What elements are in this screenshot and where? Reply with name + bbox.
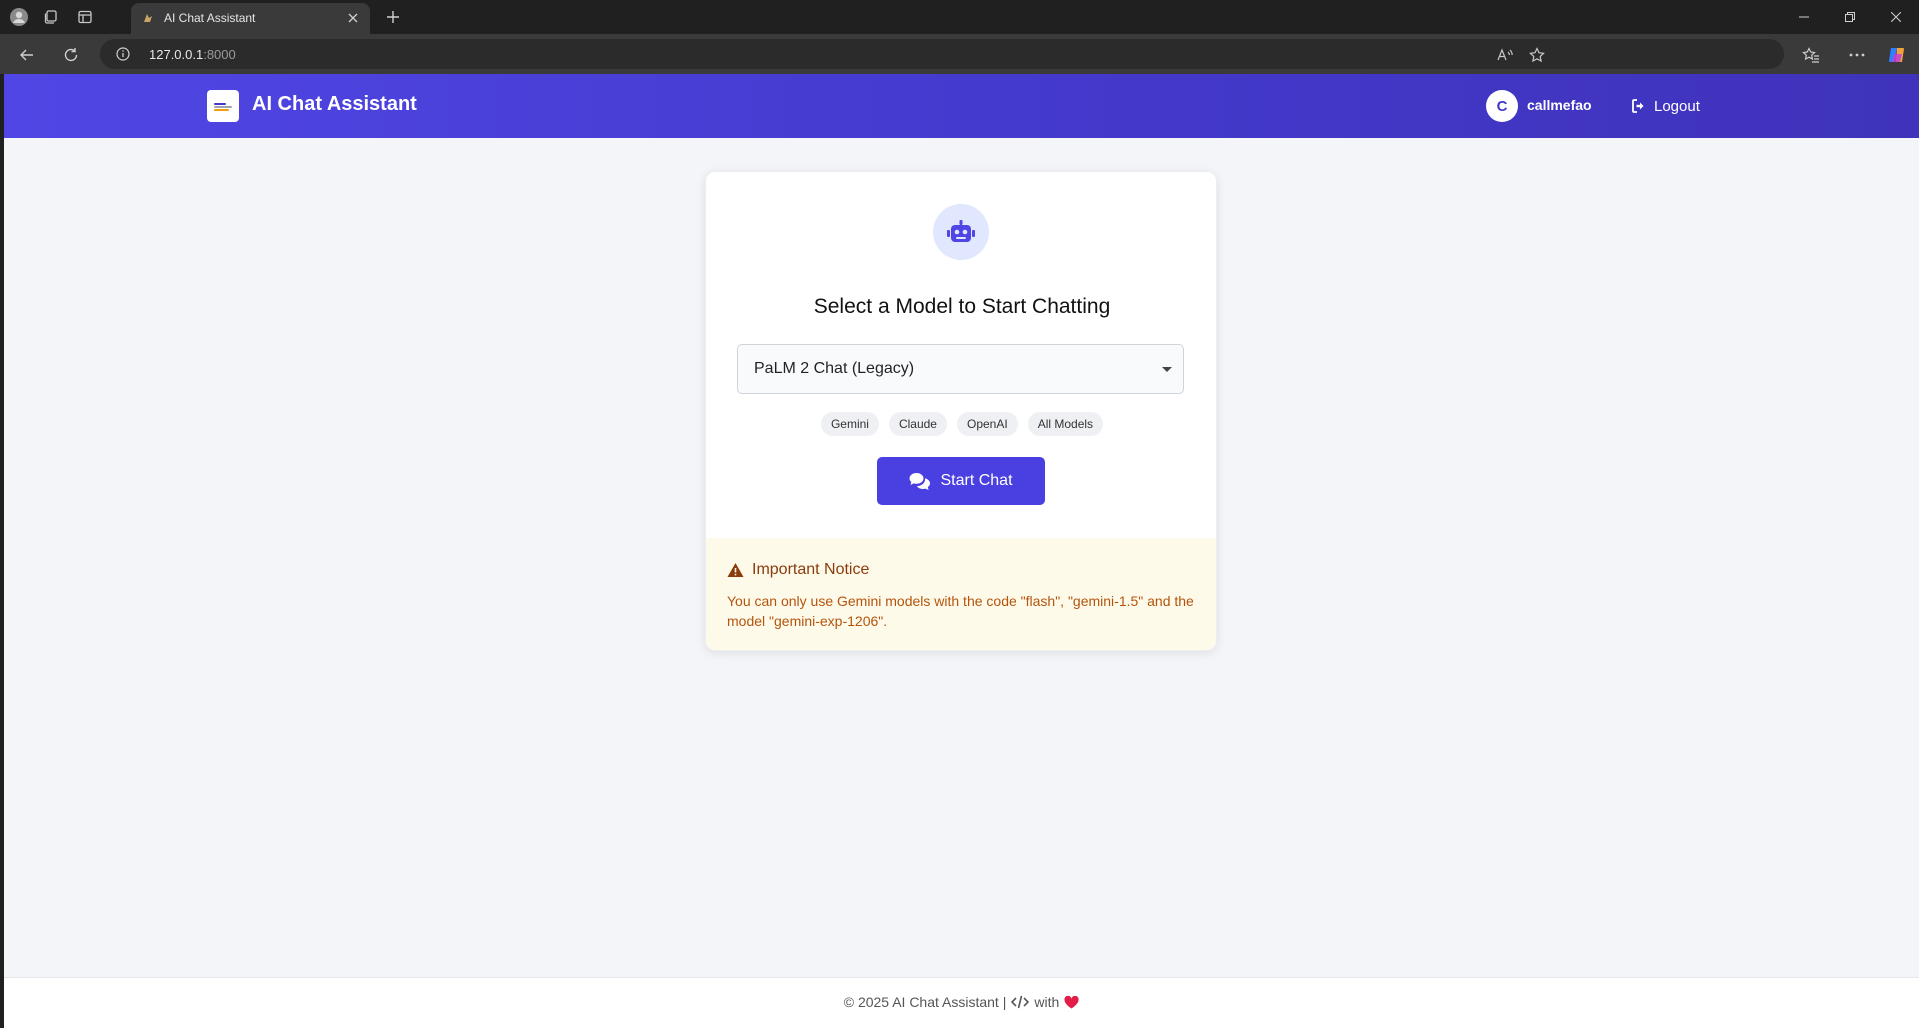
active-tab[interactable]: AI Chat Assistant [131,3,370,34]
brand-logo[interactable] [207,90,239,122]
footer-text: © 2025 AI Chat Assistant | with [4,994,1919,1010]
copilot-icon[interactable] [1886,44,1908,66]
filter-openai[interactable]: OpenAI [956,412,1018,436]
logout-label: Logout [1654,97,1700,115]
user-avatar: C [1486,90,1518,122]
robot-icon [947,220,975,242]
username: callmefao [1527,97,1592,113]
restore-icon[interactable] [1827,0,1873,34]
tab-favicon-icon [144,14,152,22]
site-info-icon[interactable] [116,47,130,61]
favorites-list-icon[interactable] [1469,44,1491,66]
close-window-icon[interactable] [1873,0,1919,34]
start-chat-label: Start Chat [940,472,1013,489]
browser-toolbar: 127.0.0.1:8000 [0,34,1919,74]
comments-icon [909,473,931,490]
card-heading: Select a Model to Start Chatting [813,295,1111,318]
footer-with: with [1034,994,1060,1010]
logout-icon [1632,99,1644,113]
new-tab-icon[interactable] [381,5,405,29]
page-viewport: AI Chat Assistant C callmefao Logout Sel… [4,74,1919,1028]
address-bar[interactable]: 127.0.0.1:8000 [100,39,1784,69]
notice-body: You can only use Gemini models with the … [727,593,1194,629]
brand-title[interactable]: AI Chat Assistant [252,93,417,116]
model-selection-card: Select a Model to Start Chatting PaLM 2 … [705,171,1217,651]
robot-badge [933,204,989,260]
more-menu-icon[interactable] [1846,44,1868,66]
chevron-down-icon [1162,367,1172,372]
url-text: 127.0.0.1:8000 [149,47,236,62]
notice-title-text: Important Notice [752,561,870,578]
tab-title: AI Chat Assistant [164,11,256,25]
selected-model-value: PaLM 2 Chat (Legacy) [754,360,915,377]
filter-claude[interactable]: Claude [888,412,947,436]
model-select[interactable]: PaLM 2 Chat (Legacy) [737,344,1184,394]
close-tab-icon[interactable] [344,9,362,27]
reload-icon[interactable] [58,42,84,68]
important-notice: Important Notice You can only use Gemini… [706,538,1216,650]
vertical-tabs-icon[interactable] [74,6,96,28]
minimize-icon[interactable] [1781,0,1827,34]
read-aloud-icon[interactable] [1496,46,1514,64]
favorites-collection-icon[interactable] [1800,44,1822,66]
code-icon [1011,995,1030,1009]
heart-icon [1064,995,1079,1008]
filter-gemini[interactable]: Gemini [820,412,879,436]
app-header: AI Chat Assistant C callmefao Logout [4,74,1919,138]
back-icon[interactable] [14,42,40,68]
notice-title: Important Notice [727,561,869,579]
profile-icon[interactable] [8,6,30,28]
filter-all-models[interactable]: All Models [1027,412,1104,436]
warning-icon [727,563,744,577]
page-footer: © 2025 AI Chat Assistant | with [4,977,1919,1028]
footer-copyright: © 2025 AI Chat Assistant | [843,994,1007,1010]
start-chat-button[interactable]: Start Chat [877,457,1045,505]
workspaces-icon[interactable] [40,6,62,28]
model-filter-pills: Gemini Claude OpenAI All Models [706,412,1216,436]
favorite-star-icon[interactable] [1528,46,1546,64]
browser-tab-bar: AI Chat Assistant [0,0,1919,34]
logout-button[interactable]: Logout [1631,95,1700,117]
